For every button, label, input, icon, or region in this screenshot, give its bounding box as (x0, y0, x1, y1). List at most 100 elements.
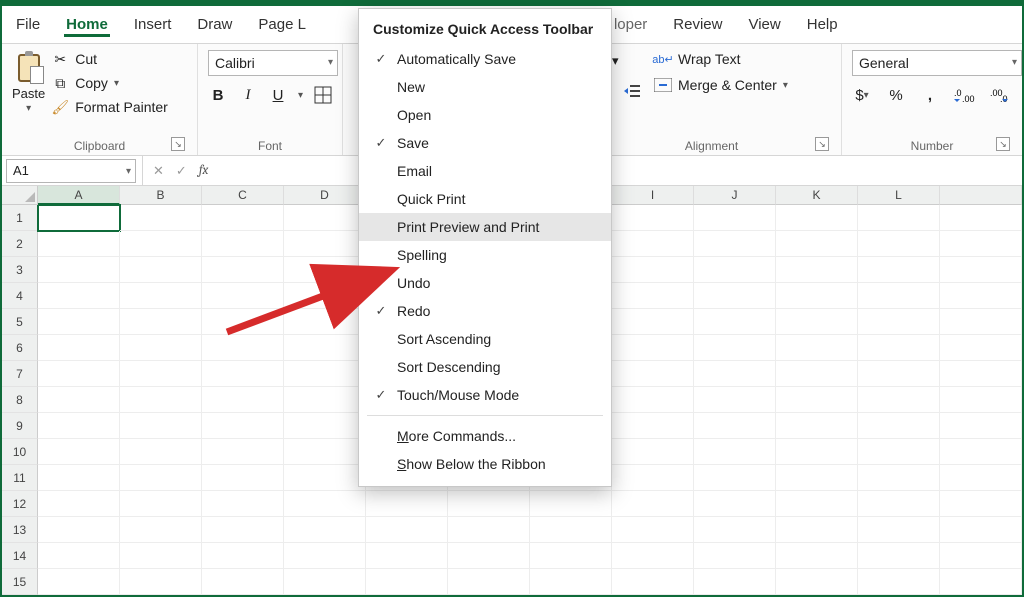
column-header[interactable]: I (612, 186, 694, 205)
cell[interactable] (284, 361, 366, 387)
cell[interactable] (120, 231, 202, 257)
cell[interactable] (120, 413, 202, 439)
qat-menu-item[interactable]: Sort Descending (359, 353, 611, 381)
cell[interactable] (120, 361, 202, 387)
cell[interactable] (940, 309, 1022, 335)
cell[interactable] (448, 543, 530, 569)
cell[interactable] (776, 257, 858, 283)
cell[interactable] (776, 543, 858, 569)
cell[interactable] (694, 361, 776, 387)
row-header[interactable]: 5 (2, 309, 38, 335)
cell[interactable] (38, 517, 120, 543)
cell[interactable] (776, 413, 858, 439)
row-header[interactable]: 10 (2, 439, 38, 465)
cell[interactable] (858, 413, 940, 439)
cell[interactable] (940, 283, 1022, 309)
cell[interactable] (284, 387, 366, 413)
merge-caret-icon[interactable]: ▾ (783, 80, 788, 91)
column-header[interactable]: D (284, 186, 366, 205)
cell[interactable] (284, 517, 366, 543)
tab-home[interactable]: Home (64, 12, 110, 37)
cell[interactable] (694, 543, 776, 569)
cell[interactable] (202, 465, 284, 491)
qat-menu-item[interactable]: Email (359, 157, 611, 185)
tab-page-layout-partial[interactable]: Page L (256, 12, 308, 37)
cell[interactable] (776, 205, 858, 231)
tab-file[interactable]: File (14, 12, 42, 37)
cell[interactable] (612, 543, 694, 569)
cell[interactable] (202, 231, 284, 257)
cell[interactable] (120, 543, 202, 569)
font-name-combo[interactable]: Calibri ▾ (208, 50, 338, 76)
cell[interactable] (776, 491, 858, 517)
column-header[interactable] (940, 186, 1022, 205)
row-header[interactable]: 9 (2, 413, 38, 439)
cell[interactable] (612, 465, 694, 491)
cell[interactable] (120, 335, 202, 361)
alignment-dialog-launcher[interactable]: ↘ (815, 137, 829, 151)
cell[interactable] (612, 491, 694, 517)
cell[interactable] (284, 465, 366, 491)
cell[interactable] (858, 335, 940, 361)
borders-button[interactable] (313, 84, 333, 106)
row-header[interactable]: 14 (2, 543, 38, 569)
row-header[interactable]: 8 (2, 387, 38, 413)
column-header[interactable]: C (202, 186, 284, 205)
cell[interactable] (776, 517, 858, 543)
row-header[interactable]: 7 (2, 361, 38, 387)
qat-menu-item[interactable]: ✓Touch/Mouse Mode (359, 381, 611, 409)
cell[interactable] (284, 413, 366, 439)
cell[interactable] (694, 569, 776, 595)
row-header[interactable]: 2 (2, 231, 38, 257)
cell[interactable] (694, 465, 776, 491)
cell[interactable] (530, 543, 612, 569)
cell[interactable] (38, 543, 120, 569)
cell[interactable] (38, 309, 120, 335)
copy-dropdown-caret[interactable]: ▾ (114, 78, 119, 89)
cell[interactable] (202, 517, 284, 543)
formula-input[interactable] (218, 156, 1022, 185)
cell[interactable] (202, 569, 284, 595)
tab-insert[interactable]: Insert (132, 12, 174, 37)
cell[interactable] (776, 569, 858, 595)
percent-format-button[interactable]: % (886, 84, 906, 106)
cell[interactable] (120, 517, 202, 543)
cell[interactable] (858, 569, 940, 595)
cell[interactable] (776, 335, 858, 361)
cell[interactable] (612, 283, 694, 309)
qat-show-below-ribbon[interactable]: Show Below the Ribbon (359, 450, 611, 478)
cell[interactable] (940, 569, 1022, 595)
cell[interactable] (202, 257, 284, 283)
cell[interactable] (694, 439, 776, 465)
increase-decimal-button[interactable]: .0.00 (954, 84, 976, 106)
number-dialog-launcher[interactable]: ↘ (996, 137, 1010, 151)
cell[interactable] (612, 439, 694, 465)
cell[interactable] (694, 413, 776, 439)
cell[interactable] (612, 569, 694, 595)
cell[interactable] (858, 309, 940, 335)
tab-developer-partial[interactable]: loper (612, 12, 649, 37)
underline-button[interactable]: U (268, 84, 288, 106)
cell[interactable] (776, 387, 858, 413)
cell[interactable] (120, 309, 202, 335)
cell[interactable] (284, 309, 366, 335)
cell[interactable] (202, 439, 284, 465)
cell[interactable] (858, 543, 940, 569)
cell[interactable] (776, 439, 858, 465)
cell[interactable] (38, 439, 120, 465)
row-header[interactable]: 15 (2, 569, 38, 595)
cell[interactable] (120, 491, 202, 517)
cell[interactable] (858, 439, 940, 465)
row-header[interactable]: 1 (2, 205, 38, 231)
qat-menu-item[interactable]: New (359, 73, 611, 101)
cell[interactable] (940, 517, 1022, 543)
cell[interactable] (858, 257, 940, 283)
cell[interactable] (120, 205, 202, 231)
cell[interactable] (120, 387, 202, 413)
cell[interactable] (940, 231, 1022, 257)
cell[interactable] (694, 387, 776, 413)
cell[interactable] (284, 283, 366, 309)
qat-menu-item[interactable]: ✓Undo (359, 269, 611, 297)
cell[interactable] (612, 335, 694, 361)
comma-format-button[interactable]: , (920, 84, 940, 106)
